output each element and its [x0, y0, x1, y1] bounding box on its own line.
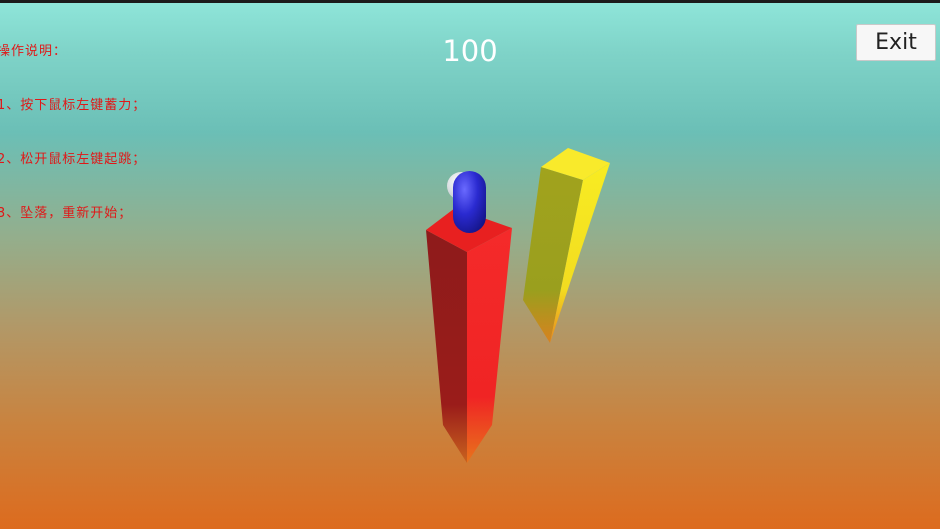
score-display: 100: [442, 34, 498, 68]
window-top-border: [0, 0, 940, 3]
game-scene[interactable]: 操作说明： 1、按下鼠标左键蓄力； 2、松开鼠标左键起跳； 3、坠落，重新开始；…: [0, 0, 940, 529]
instruction-line: 1、按下鼠标左键蓄力；: [0, 98, 147, 113]
current-pillar: [426, 208, 512, 463]
player-body: [453, 171, 486, 233]
current-pillar-left-face: [426, 230, 467, 463]
exit-button[interactable]: Exit: [856, 24, 936, 61]
instructions-panel: 操作说明： 1、按下鼠标左键蓄力； 2、松开鼠标左键起跳； 3、坠落，重新开始；: [0, 7, 146, 259]
current-pillar-right-face: [467, 228, 512, 463]
next-pillar: [523, 148, 610, 343]
instruction-line: 2、松开鼠标左键起跳；: [0, 152, 147, 167]
instruction-line: 3、坠落，重新开始；: [0, 206, 133, 221]
instructions-title: 操作说明：: [0, 44, 68, 59]
